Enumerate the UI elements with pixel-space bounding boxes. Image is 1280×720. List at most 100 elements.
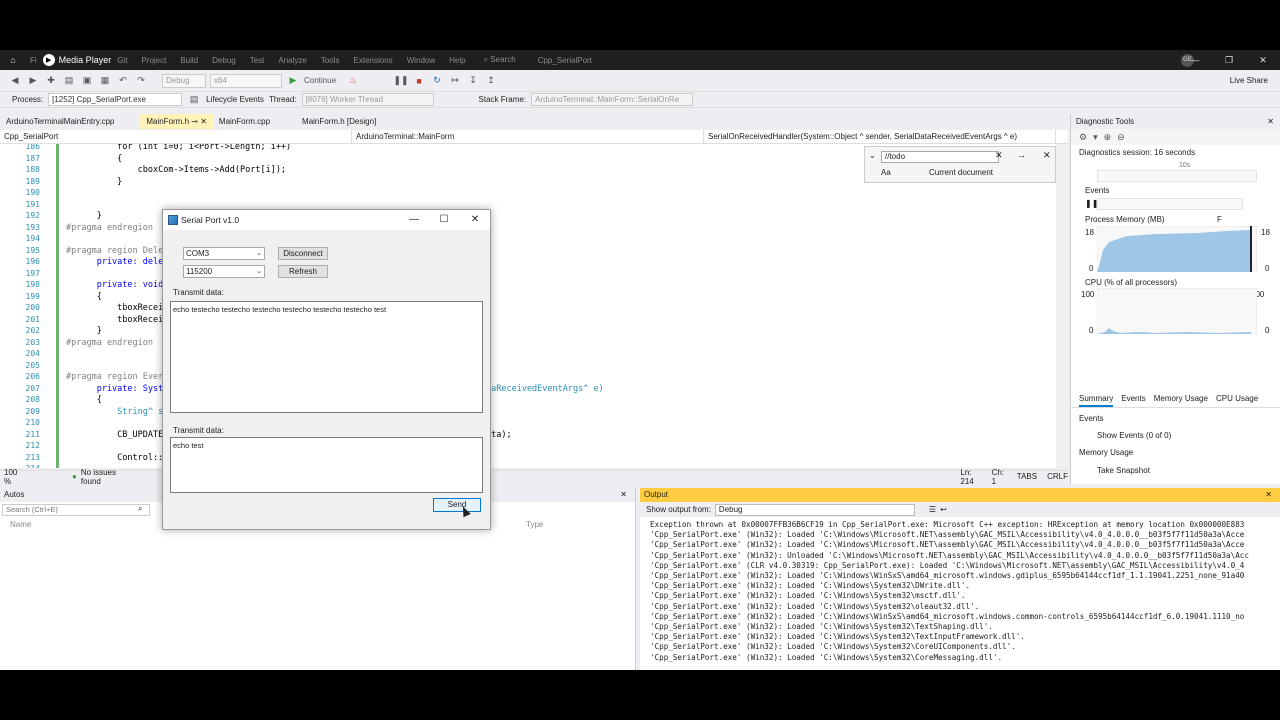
menu-build[interactable]: Build: [180, 56, 198, 65]
find-close-icon[interactable]: ✕: [1043, 150, 1051, 161]
show-events-link[interactable]: Show Events (0 of 0): [1097, 431, 1171, 440]
autos-search-input[interactable]: Search (Ctrl+E): [2, 504, 150, 516]
live-share-button[interactable]: Live Share: [1230, 76, 1268, 85]
find-clear-icon[interactable]: ✕: [995, 150, 1003, 161]
transmit-data-textbox[interactable]: echo test: [170, 437, 483, 493]
disconnect-button[interactable]: Disconnect: [278, 247, 328, 260]
lifecycle-events[interactable]: Lifecycle Events: [206, 95, 264, 104]
redo-icon[interactable]: ↷: [134, 74, 148, 88]
select-tools-icon[interactable]: ▾: [1093, 132, 1098, 143]
vs-home-icon[interactable]: ⌂: [6, 53, 20, 67]
search-box[interactable]: ⌕ Search: [484, 55, 516, 65]
process-dropdown[interactable]: [1252] Cpp_SerialPort.exe: [48, 93, 183, 106]
find-expand-icon[interactable]: ⌄: [869, 151, 876, 160]
match-case-icon[interactable]: Aa: [881, 168, 891, 177]
code-editor[interactable]: 186 187 188 189 190 191 192 193 194 195 …: [0, 144, 1068, 468]
port-dropdown[interactable]: COM3 ⌄: [183, 247, 265, 260]
output-source-dropdown[interactable]: Debug: [714, 503, 915, 516]
tab-summary[interactable]: Summary: [1079, 394, 1114, 407]
hot-reload-icon[interactable]: ♨: [346, 74, 360, 88]
dialog-close-icon[interactable]: ✕: [460, 210, 490, 230]
pin-icon[interactable]: ⊸: [191, 117, 198, 126]
menu-analyze[interactable]: Analyze: [278, 56, 306, 65]
undo-icon[interactable]: ↶: [116, 74, 130, 88]
autos-close-icon[interactable]: ✕: [620, 488, 627, 502]
tab-mainform-design[interactable]: MainForm.h [Design]: [296, 114, 382, 129]
menu-extensions[interactable]: Extensions: [354, 56, 393, 65]
restart-icon[interactable]: ↻: [430, 74, 444, 88]
send-button[interactable]: Send: [433, 498, 481, 512]
menu-project[interactable]: Project: [141, 56, 166, 65]
play-icon[interactable]: ▶: [42, 54, 55, 66]
menu-tools[interactable]: Tools: [321, 56, 340, 65]
take-snapshot-link[interactable]: Take Snapshot: [1097, 466, 1150, 475]
step-over-icon[interactable]: ↦: [448, 74, 462, 88]
received-data-textbox[interactable]: echo testecho testecho testecho testecho…: [170, 301, 483, 413]
line-number: 206: [25, 372, 40, 381]
stop-icon[interactable]: ■: [412, 74, 426, 88]
continue-button[interactable]: Continue: [304, 76, 336, 85]
tab-mainform-h[interactable]: MainForm.h ⊸ ✕: [140, 114, 213, 129]
output-close-icon[interactable]: ✕: [1265, 488, 1272, 502]
column-type[interactable]: Type: [526, 520, 543, 529]
continue-icon[interactable]: ▶: [286, 74, 300, 88]
tab-close-icon[interactable]: ✕: [200, 117, 207, 126]
find-next-icon[interactable]: →: [1017, 150, 1026, 160]
baud-dropdown[interactable]: 115200 ⌄: [183, 265, 265, 278]
autos-search-icon[interactable]: ⌕: [138, 504, 142, 514]
config-dropdown[interactable]: Debug: [162, 73, 206, 88]
back-icon[interactable]: ◀: [8, 74, 22, 88]
save-icon[interactable]: ▣: [80, 74, 94, 88]
zoom-out-icon[interactable]: ⊖: [1117, 132, 1125, 143]
line-number: 196: [25, 257, 40, 266]
output-line: 'Cpp_SerialPort.exe' (CLR v4.0.30319: Cp…: [650, 560, 1245, 570]
scope-dropdown[interactable]: ArduinoTerminal::MainForm: [352, 130, 704, 143]
zoom-level[interactable]: 100 %: [4, 468, 22, 486]
tab-memory-usage[interactable]: Memory Usage: [1154, 394, 1208, 407]
menu-debug[interactable]: Debug: [212, 56, 236, 65]
menu-window[interactable]: Window: [407, 56, 435, 65]
thread-dropdown[interactable]: [8076] Worker Thread: [301, 93, 434, 106]
forward-icon[interactable]: ▶: [26, 74, 40, 88]
refresh-button[interactable]: Refresh: [278, 265, 328, 278]
tab-cpu-usage[interactable]: CPU Usage: [1216, 394, 1258, 407]
new-item-icon[interactable]: ✚: [44, 74, 58, 88]
zoom-in-icon[interactable]: ⊕: [1104, 132, 1112, 143]
menu-test[interactable]: Test: [250, 56, 265, 65]
dialog-minimize-icon[interactable]: —: [399, 210, 429, 230]
open-icon[interactable]: ▤: [62, 74, 76, 88]
find-scope-dropdown[interactable]: Current document: [929, 168, 993, 177]
close-icon[interactable]: ✕: [1246, 50, 1280, 70]
project-dropdown[interactable]: Cpp_SerialPort: [0, 130, 352, 143]
line-ending[interactable]: CRLF: [1047, 472, 1068, 481]
output-line: 'Cpp_SerialPort.exe' (Win32): Loaded 'C:…: [650, 601, 980, 611]
member-dropdown[interactable]: SerialOnReceivedHandler(System::Object ^…: [704, 130, 1056, 143]
menu-git[interactable]: Git: [117, 56, 127, 65]
stack-frame-dropdown[interactable]: ArduinoTerminal::MainForm::SerialOnRe: [531, 93, 694, 106]
step-into-icon[interactable]: ↧: [466, 74, 480, 88]
column-name[interactable]: Name: [10, 520, 31, 529]
pause-icon[interactable]: ❚❚: [393, 74, 408, 88]
menu-help[interactable]: Help: [449, 56, 465, 65]
editor-scrollbar[interactable]: [1056, 144, 1068, 468]
issues-status[interactable]: No issues found: [81, 468, 127, 486]
menu-file[interactable]: Fi: [30, 56, 37, 65]
code-line: }: [66, 326, 102, 336]
indent-mode[interactable]: TABS: [1017, 472, 1037, 481]
settings-gear-icon[interactable]: ⚙: [1079, 132, 1087, 143]
find-input[interactable]: //todo: [881, 151, 999, 163]
platform-dropdown[interactable]: x64: [210, 73, 282, 88]
step-out-icon[interactable]: ↥: [484, 74, 498, 88]
tab-events[interactable]: Events: [1121, 394, 1145, 407]
save-all-icon[interactable]: ▦: [98, 74, 112, 88]
maximize-icon[interactable]: ❐: [1212, 50, 1246, 70]
panel-close-icon[interactable]: ✕: [1267, 114, 1274, 129]
tab-arduino-terminal-main-entry[interactable]: ArduinoTerminalMainEntry.cpp: [0, 114, 120, 129]
output-log[interactable]: Exception thrown at 0x00007FFB36B6CF19 i…: [650, 520, 1276, 663]
minimize-icon[interactable]: —: [1178, 50, 1212, 70]
clear-all-icon[interactable]: ☰: [929, 505, 936, 514]
dialog-maximize-icon[interactable]: ☐: [429, 210, 459, 230]
word-wrap-icon[interactable]: ↩: [940, 505, 947, 514]
tab-mainform-cpp[interactable]: MainForm.cpp: [213, 114, 276, 129]
line-number: 191: [25, 200, 40, 209]
